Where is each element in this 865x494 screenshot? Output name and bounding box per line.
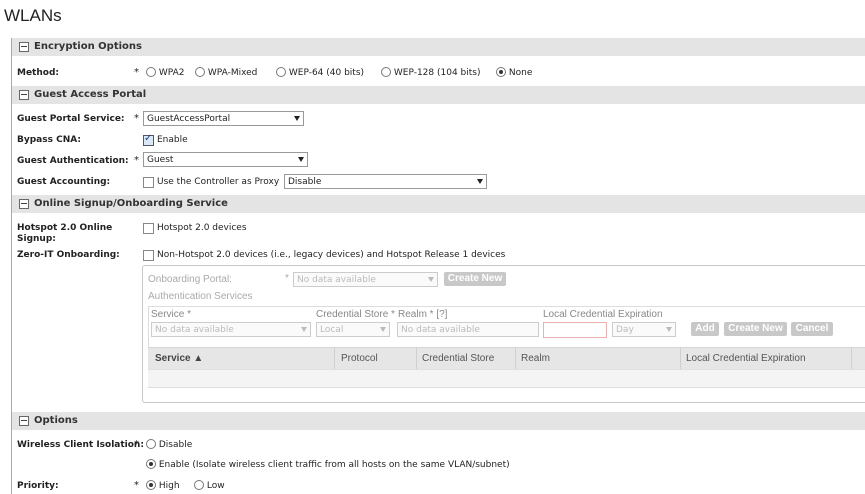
- credential-store-label: Credential Store *: [316, 309, 395, 320]
- collapse-icon[interactable]: [19, 42, 29, 52]
- expiration-unit-select[interactable]: Day: [612, 322, 676, 337]
- method-radio-none[interactable]: None: [496, 67, 532, 78]
- hotspot-devices-checkbox[interactable]: [143, 223, 154, 234]
- radio-selected-icon[interactable]: [146, 459, 156, 469]
- bypass-cna-checkbox-label: Enable: [157, 135, 188, 145]
- realm-label: Realm * [?]: [398, 309, 448, 320]
- chevron-down-icon: [428, 277, 434, 282]
- method-radio-wep128[interactable]: WEP-128 (104 bits): [381, 67, 480, 78]
- authentication-services-label: Authentication Services: [148, 291, 253, 302]
- chevron-down-icon: [301, 327, 307, 332]
- isolation-enable-radio[interactable]: Enable (Isolate wireless client traffic …: [146, 459, 510, 470]
- zero-it-onboarding-label: Zero-IT Onboarding:: [17, 250, 120, 260]
- column-service[interactable]: Service ▲: [155, 353, 203, 364]
- radio-icon[interactable]: [194, 480, 204, 490]
- local-credential-expiration-label: Local Credential Expiration: [543, 309, 663, 320]
- column-local-credential-expiration[interactable]: Local Credential Expiration: [686, 353, 806, 364]
- required-marker: *: [134, 439, 139, 450]
- credential-store-select[interactable]: Local: [316, 322, 390, 337]
- radio-selected-icon[interactable]: [146, 480, 156, 490]
- section-title: Guest Access Portal: [34, 89, 147, 100]
- guest-accounting-select[interactable]: Disable: [284, 174, 487, 189]
- wireless-client-isolation-label: Wireless Client Isolation:: [17, 440, 144, 450]
- column-credential-store[interactable]: Credential Store: [422, 353, 494, 364]
- method-radio-wpa2[interactable]: WPA2: [146, 67, 185, 78]
- service-field-label: Service *: [151, 309, 192, 320]
- method-radio-wep64[interactable]: WEP-64 (40 bits): [276, 67, 364, 78]
- radio-icon[interactable]: [146, 67, 156, 77]
- hotspot-online-signup-label-2: Signup:: [17, 234, 56, 244]
- bypass-cna-label: Bypass CNA:: [17, 135, 81, 145]
- chevron-down-icon: [380, 327, 386, 332]
- radio-icon[interactable]: [146, 439, 156, 449]
- use-controller-proxy-checkbox[interactable]: [143, 177, 154, 188]
- required-marker: *: [134, 155, 139, 166]
- radio-icon[interactable]: [276, 67, 286, 77]
- create-new-portal-button[interactable]: Create New: [444, 272, 506, 286]
- encryption-options-header[interactable]: Encryption Options: [12, 38, 865, 56]
- chevron-down-icon: [666, 327, 672, 332]
- guest-portal-service-label: Guest Portal Service:: [17, 114, 125, 124]
- required-marker: *: [285, 273, 289, 284]
- section-title: Online Signup/Onboarding Service: [34, 198, 228, 209]
- required-marker: *: [134, 67, 139, 78]
- zero-it-onboarding-checkbox[interactable]: [143, 250, 154, 261]
- required-marker: *: [134, 480, 139, 491]
- chevron-down-icon: [294, 116, 300, 121]
- chevron-down-icon: [477, 179, 483, 184]
- radio-icon[interactable]: [195, 67, 205, 77]
- hotspot-devices-label: Hotspot 2.0 devices: [157, 223, 247, 233]
- hotspot-online-signup-label: Hotspot 2.0 Online: [17, 223, 113, 233]
- method-label: Method:: [17, 68, 59, 78]
- options-header[interactable]: Options: [12, 412, 865, 430]
- priority-low-radio[interactable]: Low: [194, 480, 225, 491]
- online-signup-header[interactable]: Online Signup/Onboarding Service: [12, 195, 865, 213]
- collapse-icon[interactable]: [19, 416, 29, 426]
- guest-access-portal-header[interactable]: Guest Access Portal: [12, 86, 865, 104]
- collapse-icon[interactable]: [19, 90, 29, 100]
- priority-high-radio[interactable]: High: [146, 480, 180, 491]
- services-grid-empty-row: [148, 369, 865, 387]
- cancel-button[interactable]: Cancel: [791, 322, 833, 336]
- realm-input[interactable]: No data available: [397, 322, 539, 337]
- local-credential-expiration-input[interactable]: [543, 322, 607, 338]
- section-title: Options: [34, 415, 78, 426]
- guest-portal-service-select[interactable]: GuestAccessPortal: [143, 111, 304, 126]
- zero-it-onboarding-checkbox-label: Non-Hotspot 2.0 devices (i.e., legacy de…: [157, 250, 506, 260]
- bypass-cna-checkbox[interactable]: [143, 133, 154, 146]
- guest-accounting-label: Guest Accounting:: [17, 177, 111, 187]
- column-realm[interactable]: Realm: [521, 353, 550, 364]
- chevron-down-icon: [298, 157, 304, 162]
- add-button[interactable]: Add: [691, 322, 719, 336]
- onboarding-portal-label: Onboarding Portal:: [148, 274, 232, 285]
- required-marker: *: [134, 113, 139, 124]
- priority-label: Priority:: [17, 481, 59, 491]
- use-controller-proxy-label: Use the Controller as Proxy: [157, 177, 280, 187]
- method-radio-wpa-mixed[interactable]: WPA-Mixed: [195, 67, 257, 78]
- radio-selected-icon[interactable]: [496, 67, 506, 77]
- collapse-icon[interactable]: [19, 199, 29, 209]
- create-new-service-button[interactable]: Create New: [724, 322, 787, 336]
- guest-authentication-select[interactable]: Guest: [143, 152, 308, 167]
- guest-authentication-label: Guest Authentication:: [17, 156, 129, 166]
- onboarding-portal-select[interactable]: No data available: [293, 272, 438, 287]
- radio-icon[interactable]: [381, 67, 391, 77]
- section-title: Encryption Options: [34, 41, 142, 52]
- isolation-disable-radio[interactable]: Disable: [146, 439, 192, 450]
- page-title: WLANs: [4, 6, 62, 25]
- column-protocol[interactable]: Protocol: [341, 353, 378, 364]
- service-select[interactable]: No data available: [151, 322, 311, 337]
